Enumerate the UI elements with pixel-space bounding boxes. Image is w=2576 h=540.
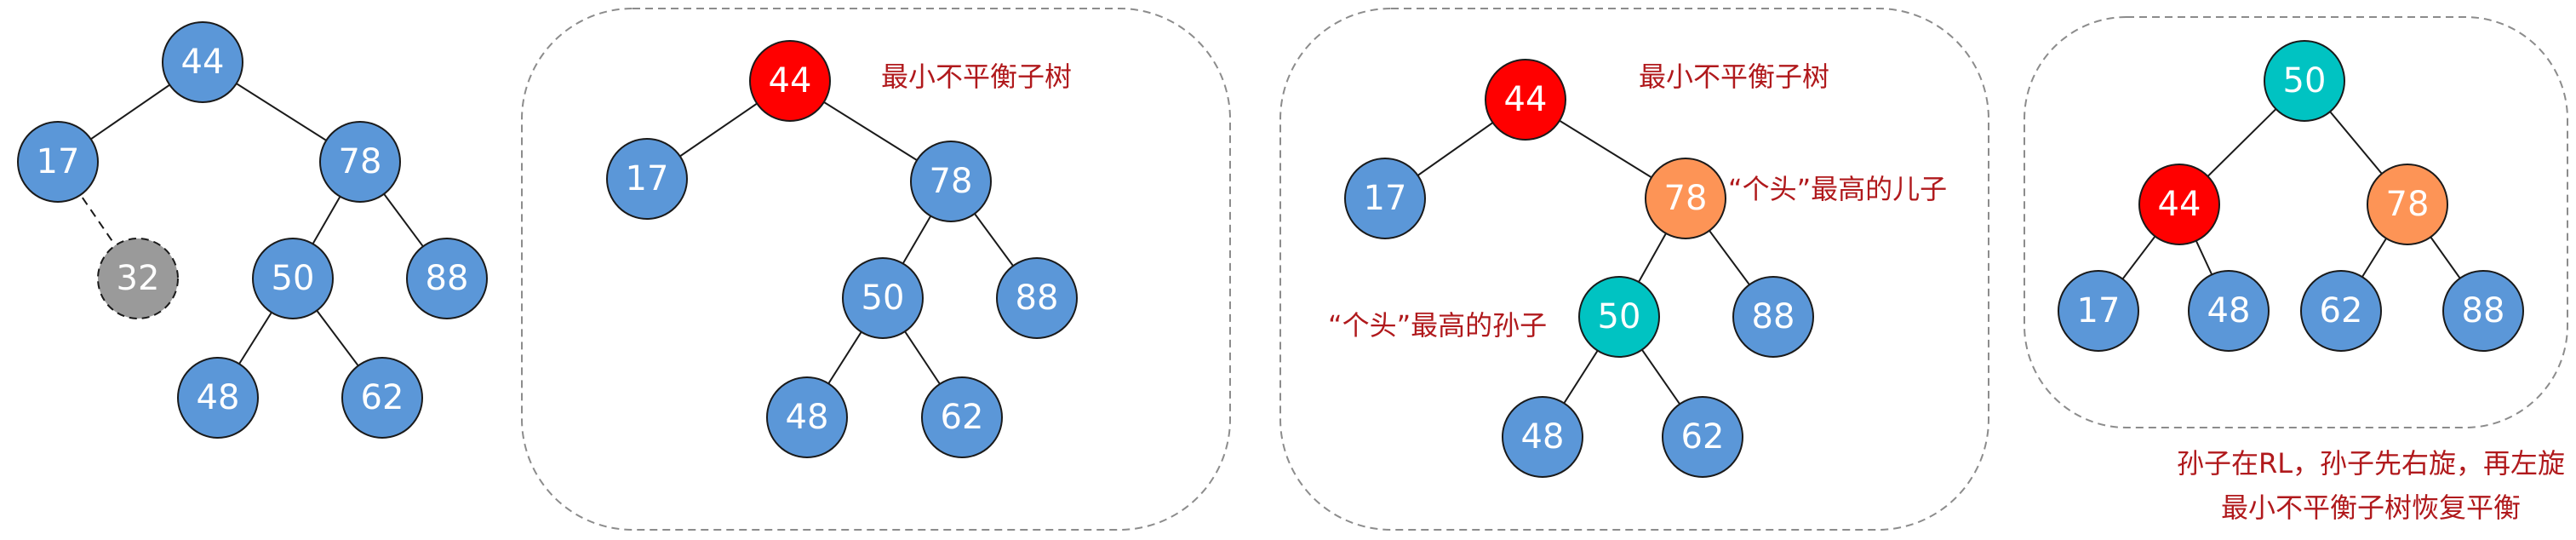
node-label: 88 (426, 259, 469, 298)
node-rebalanced-78: 78 (2367, 164, 2448, 245)
node-unbalanced-78: 78 (910, 141, 992, 222)
node-identify-78: 78 (1645, 158, 1726, 239)
node-label: 88 (1752, 297, 1795, 336)
node-rebalanced-62: 62 (2300, 270, 2382, 352)
node-label: 48 (197, 378, 240, 417)
node-unbalanced-88: 88 (996, 257, 1078, 339)
panel-frame-identify (1279, 8, 1989, 531)
node-original-78: 78 (319, 121, 401, 203)
panel-identify-annotation-min-subtree: 最小不平衡子树 (1639, 60, 1829, 93)
node-label: 17 (2077, 291, 2121, 330)
panel-identify-annotation-tallest-grandson: “个头”最高的孙子 (1328, 309, 1547, 342)
node-original-88: 88 (406, 238, 488, 319)
node-identify-62: 62 (1662, 396, 1743, 478)
node-label: 62 (361, 378, 404, 417)
avl-rl-rotation-diagram: 44 17 78 32 50 88 48 62 44 17 78 50 88 48 62 44 17 78 50 88… (17, 8, 2568, 531)
node-original-32: 32 (97, 238, 179, 319)
node-label: 17 (1364, 179, 1407, 218)
node-label: 48 (1521, 417, 1565, 457)
node-original-50: 50 (252, 238, 334, 319)
node-label: 78 (339, 142, 382, 181)
node-label: 44 (1504, 80, 1548, 119)
node-rebalanced-88: 88 (2442, 270, 2524, 352)
panel-unbalanced-annotation-min-subtree: 最小不平衡子树 (881, 60, 1072, 93)
node-unbalanced-44: 44 (749, 40, 831, 122)
node-identify-17: 17 (1344, 158, 1426, 239)
node-label: 50 (2283, 61, 2327, 101)
node-label: 88 (2462, 291, 2505, 330)
node-label: 32 (117, 259, 160, 298)
node-rebalanced-48: 48 (2188, 270, 2270, 352)
node-label: 78 (930, 162, 973, 201)
node-unbalanced-17: 17 (606, 138, 688, 220)
node-label: 50 (862, 279, 905, 318)
node-label: 48 (786, 398, 829, 437)
node-original-17: 17 (17, 121, 99, 203)
panel-rebalanced-caption-line1: 孙子在RL，孙子先右旋，再左旋 (2177, 447, 2565, 480)
node-unbalanced-48: 48 (766, 376, 848, 458)
node-rebalanced-17: 17 (2058, 270, 2139, 352)
node-unbalanced-62: 62 (921, 376, 1003, 458)
node-label: 44 (769, 61, 812, 101)
node-original-62: 62 (341, 357, 423, 439)
node-label: 50 (1598, 297, 1641, 336)
node-label: 17 (626, 159, 669, 198)
node-label: 62 (941, 398, 984, 437)
node-identify-50: 50 (1578, 276, 1660, 358)
node-label: 44 (181, 43, 225, 82)
tree-nodes: 44 17 78 32 50 88 48 62 44 17 78 50 88 48 62 44 17 78 50 88… (17, 21, 2524, 478)
node-label: 17 (37, 142, 80, 181)
node-rebalanced-44: 44 (2138, 164, 2220, 245)
panel-rebalanced-caption-line2: 最小不平衡子树恢复平衡 (2221, 491, 2521, 524)
node-identify-48: 48 (1502, 396, 1583, 478)
panel-identify-annotation-tallest-son: “个头”最高的儿子 (1728, 173, 1947, 205)
node-label: 62 (2320, 291, 2363, 330)
node-label: 78 (2386, 185, 2430, 224)
node-identify-88: 88 (1732, 276, 1814, 358)
node-label: 78 (1664, 179, 1708, 218)
node-original-44: 44 (162, 21, 243, 103)
node-label: 48 (2207, 291, 2251, 330)
node-label: 50 (272, 259, 315, 298)
node-label: 62 (1681, 417, 1725, 457)
node-label: 88 (1016, 279, 1059, 318)
node-rebalanced-50: 50 (2264, 40, 2345, 122)
node-label: 44 (2158, 185, 2201, 224)
node-unbalanced-50: 50 (842, 257, 924, 339)
node-identify-44: 44 (1485, 59, 1566, 141)
node-original-48: 48 (177, 357, 259, 439)
